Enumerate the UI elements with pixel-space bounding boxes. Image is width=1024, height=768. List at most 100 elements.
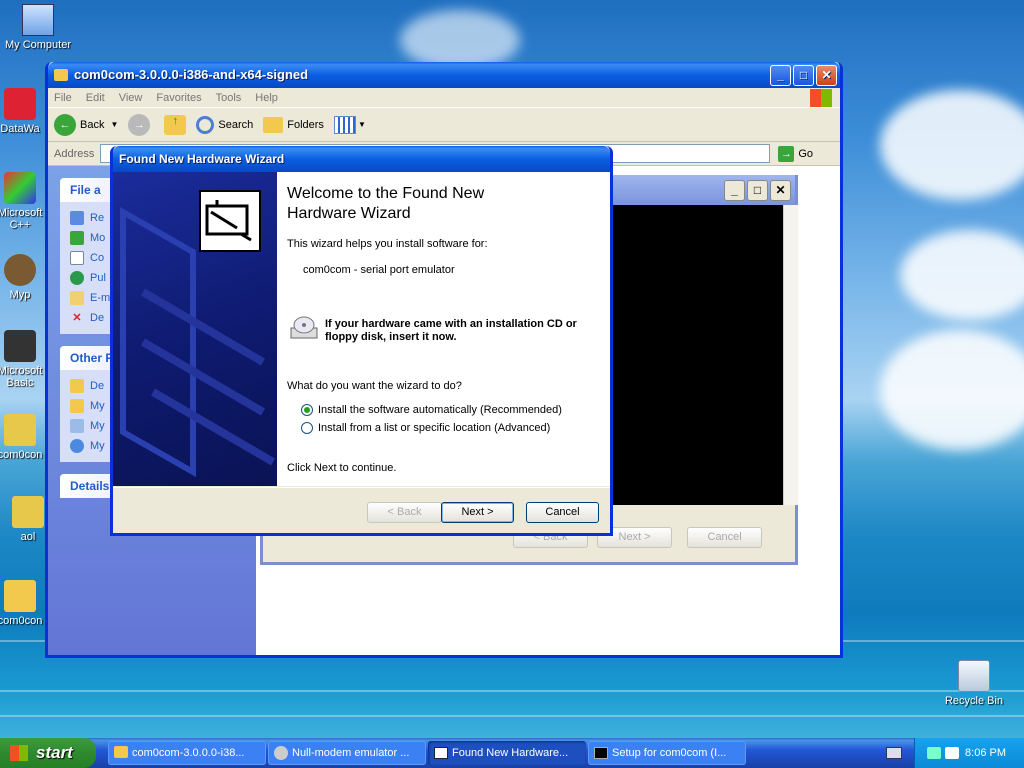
wizard-content: Welcome to the Found New Hardware Wizard… <box>277 172 610 486</box>
system-tray: 8:06 PM <box>914 738 1024 768</box>
recycle-bin-icon <box>958 660 990 692</box>
hardware-icon <box>199 190 261 252</box>
search-icon <box>196 115 215 134</box>
taskbar-item-explorer[interactable]: com0com-3.0.0.0-i38... <box>108 741 266 765</box>
start-button[interactable]: start <box>0 738 96 768</box>
menu-view[interactable]: View <box>119 92 143 104</box>
rename-icon <box>70 211 84 225</box>
radio-advanced[interactable] <box>301 422 313 434</box>
views-button[interactable]: ▼ <box>333 115 366 134</box>
folders-button[interactable]: Folders <box>263 116 324 133</box>
folder-icon <box>54 69 68 81</box>
forward-arrow-icon: → <box>128 113 151 136</box>
desktop-icon-microsoft-basic[interactable]: Microsoft Basic <box>0 330 50 389</box>
console-area <box>613 205 783 505</box>
wizard-heading: Welcome to the Found New Hardware Wizard <box>287 185 485 222</box>
cancel-button[interactable]: Cancel <box>526 502 599 523</box>
minimize-button[interactable]: _ <box>724 179 745 201</box>
back-button[interactable]: ← Back ▼ <box>54 113 119 136</box>
email-icon <box>70 291 84 305</box>
zip-icon <box>12 496 44 528</box>
folder-icon <box>4 580 36 612</box>
wizard-footer-text: Click Next to continue. <box>287 462 397 474</box>
cd-notice: If your hardware came with an installati… <box>325 318 577 343</box>
app-icon <box>4 254 36 286</box>
device-name: com0com - serial port emulator <box>303 264 455 276</box>
move-icon <box>70 231 84 245</box>
forward-button[interactable]: → <box>128 113 154 136</box>
menu-help[interactable]: Help <box>255 92 278 104</box>
menu-favorites[interactable]: Favorites <box>156 92 201 104</box>
desktop-icon-my-computer[interactable]: My Computer <box>0 4 76 51</box>
wizard-intro: This wizard helps you install software f… <box>287 238 488 250</box>
network-icon <box>70 439 84 453</box>
zip-icon <box>4 414 36 446</box>
address-label: Address <box>54 147 95 160</box>
go-button[interactable]: → Go <box>778 145 813 162</box>
my-computer-icon <box>70 419 84 433</box>
menu-edit[interactable]: Edit <box>86 92 105 104</box>
chevron-down-icon: ▼ <box>110 120 119 129</box>
vc-icon <box>4 172 36 204</box>
desktop-icon-recycle-bin[interactable]: Recycle Bin <box>936 660 1012 707</box>
up-folder-icon: ↑ <box>164 114 187 135</box>
menu-tools[interactable]: Tools <box>216 92 242 104</box>
wizard-question: What do you want the wizard to do? <box>287 380 462 392</box>
views-icon <box>333 115 356 134</box>
copy-icon <box>70 251 84 265</box>
back-arrow-icon: ← <box>54 113 76 136</box>
menu-file[interactable]: File <box>54 92 72 104</box>
maximize-button[interactable]: □ <box>747 179 768 201</box>
toolbar: ← Back ▼ → ↑ Search Folders ▼ <box>48 108 840 142</box>
taskbar-item-wizard[interactable]: Found New Hardware... <box>428 741 586 765</box>
close-button[interactable]: ✕ <box>816 64 837 86</box>
taskbar-item-setup[interactable]: Setup for com0com (I... <box>588 741 746 765</box>
my-computer-icon <box>22 4 54 36</box>
close-button[interactable]: ✕ <box>770 179 791 201</box>
desktop-icon-com0con[interactable]: com0con <box>0 414 50 461</box>
folders-icon <box>263 116 284 133</box>
desktop-icon-com0con-folder[interactable]: com0con <box>0 580 50 627</box>
windows-logo-icon <box>810 88 832 107</box>
minimize-button[interactable]: _ <box>770 64 791 86</box>
setup-shield-icon <box>274 746 288 760</box>
console-scrollbar[interactable] <box>783 205 798 505</box>
publish-icon <box>70 271 84 285</box>
windows-flag-icon <box>10 745 28 761</box>
up-folder-button[interactable]: ↑ <box>164 114 187 135</box>
folder-icon <box>114 746 128 758</box>
next-button[interactable]: Next > <box>441 502 514 523</box>
my-documents-icon <box>70 399 84 413</box>
cd-icon <box>289 314 319 342</box>
wizard-button-bar: < Back Next > Cancel <box>113 487 610 533</box>
tray-icon[interactable] <box>927 747 941 759</box>
maximize-button[interactable]: □ <box>793 64 814 86</box>
wizard-titlebar[interactable]: Found New Hardware Wizard <box>113 146 610 172</box>
taskbar: start com0com-3.0.0.0-i38... Null-modem … <box>0 738 1024 768</box>
taskbar-item-null-modem[interactable]: Null-modem emulator ... <box>268 741 426 765</box>
found-new-hardware-wizard: Found New Hardware Wizard Welcome to the… <box>110 146 613 536</box>
setup-cancel-button[interactable]: Cancel <box>687 527 763 548</box>
radio-automatic[interactable] <box>301 404 313 416</box>
window-icon <box>434 747 448 759</box>
wizard-side-banner <box>113 172 277 486</box>
shortcut-icon <box>4 88 36 120</box>
clock[interactable]: 8:06 PM <box>965 747 1006 759</box>
explorer-title: com0com-3.0.0.0-i386-and-x64-signed <box>74 67 309 82</box>
search-button[interactable]: Search <box>196 115 253 134</box>
tray-icon[interactable] <box>945 747 959 759</box>
desktop-icon-microsoft-cpp[interactable]: Microsoft C++ <box>0 172 50 231</box>
option-automatic[interactable]: Install the software automatically (Reco… <box>301 404 562 416</box>
basic-icon <box>4 330 36 362</box>
delete-icon: ✕ <box>72 312 82 324</box>
option-advanced[interactable]: Install from a list or specific location… <box>301 422 550 434</box>
back-button[interactable]: < Back <box>367 502 442 523</box>
menu-bar: File Edit View Favorites Tools Help <box>48 88 840 108</box>
keyboard-icon[interactable] <box>886 747 902 759</box>
desktop-icon-datawa[interactable]: DataWa <box>0 88 50 135</box>
chevron-down-icon: ▼ <box>357 120 366 129</box>
explorer-titlebar[interactable]: com0com-3.0.0.0-i386-and-x64-signed _ □ … <box>48 62 840 88</box>
go-arrow-icon: → <box>778 145 795 162</box>
desktop-icon-myp[interactable]: Myp <box>0 254 50 301</box>
console-icon <box>594 747 608 759</box>
